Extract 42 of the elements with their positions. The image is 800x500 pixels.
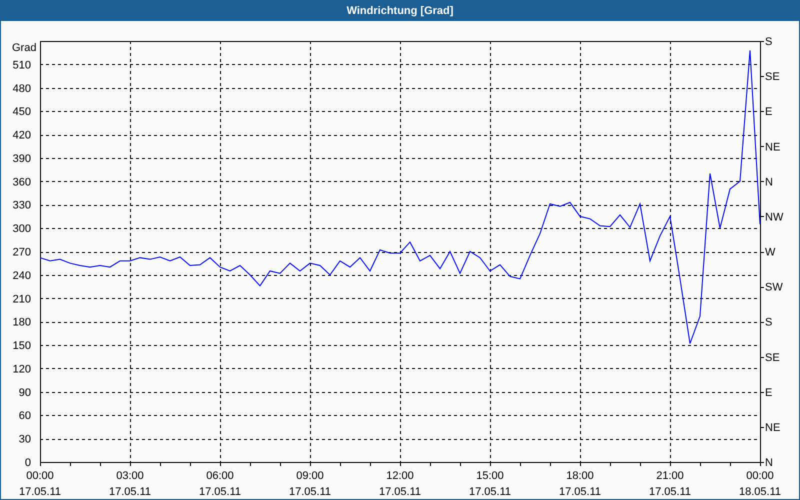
window-title: Windrichtung [Grad]: [346, 5, 454, 17]
y-tick-label: 90: [18, 386, 31, 399]
compass-label: W: [765, 246, 776, 258]
x-tick-label: 18:00 17.05.11: [559, 470, 601, 498]
y-tick-label: 480: [12, 82, 31, 95]
x-tick-label: 21:00 17.05.11: [649, 470, 691, 498]
compass-label: SW: [765, 282, 783, 294]
compass-label: S: [765, 316, 772, 329]
x-tick-label: 03:00 17.05.11: [109, 470, 151, 498]
y-tick-label: 120: [12, 363, 31, 376]
x-tick-label: 00:00 18.05.11: [739, 470, 781, 498]
y-tick-label: 30: [18, 434, 31, 446]
y-tick-label: 330: [12, 200, 31, 212]
y-tick-label: 150: [12, 340, 31, 352]
y-tick-label: 180: [12, 316, 31, 329]
x-tick-label: 12:00 17.05.11: [379, 470, 421, 498]
y-tick-label: 240: [12, 270, 31, 282]
compass-label: NW: [765, 211, 784, 224]
compass-label: NE: [765, 141, 780, 154]
x-tick-label: 15:00 17.05.11: [469, 470, 511, 498]
y-tick-label: 300: [12, 223, 31, 236]
y-tick-label: 210: [12, 293, 31, 306]
compass-label: N: [765, 176, 773, 188]
y-tick-label: 420: [12, 130, 31, 142]
y-tick-label: 60: [18, 410, 31, 422]
y-tick-label: 390: [12, 152, 31, 165]
x-tick-label: 06:00 17.05.11: [199, 470, 241, 498]
y-tick-label: 510: [12, 59, 31, 72]
compass-label: SE: [765, 352, 780, 364]
compass-label: S: [765, 36, 772, 48]
compass-label: E: [765, 386, 772, 399]
y-tick-label: 0: [24, 457, 31, 469]
y-tick-label: 270: [12, 246, 31, 258]
y-axis-title: Grad: [12, 42, 36, 54]
y-tick-label: 360: [12, 176, 31, 188]
x-tick-label: 00:00 17.05.11: [19, 470, 61, 498]
y-tick-label: 450: [12, 106, 31, 118]
compass-label: NE: [765, 422, 780, 434]
compass-label: E: [765, 106, 772, 118]
compass-label: SE: [765, 71, 780, 84]
compass-label: N: [765, 457, 773, 469]
x-tick-label: 09:00 17.05.11: [289, 470, 331, 498]
